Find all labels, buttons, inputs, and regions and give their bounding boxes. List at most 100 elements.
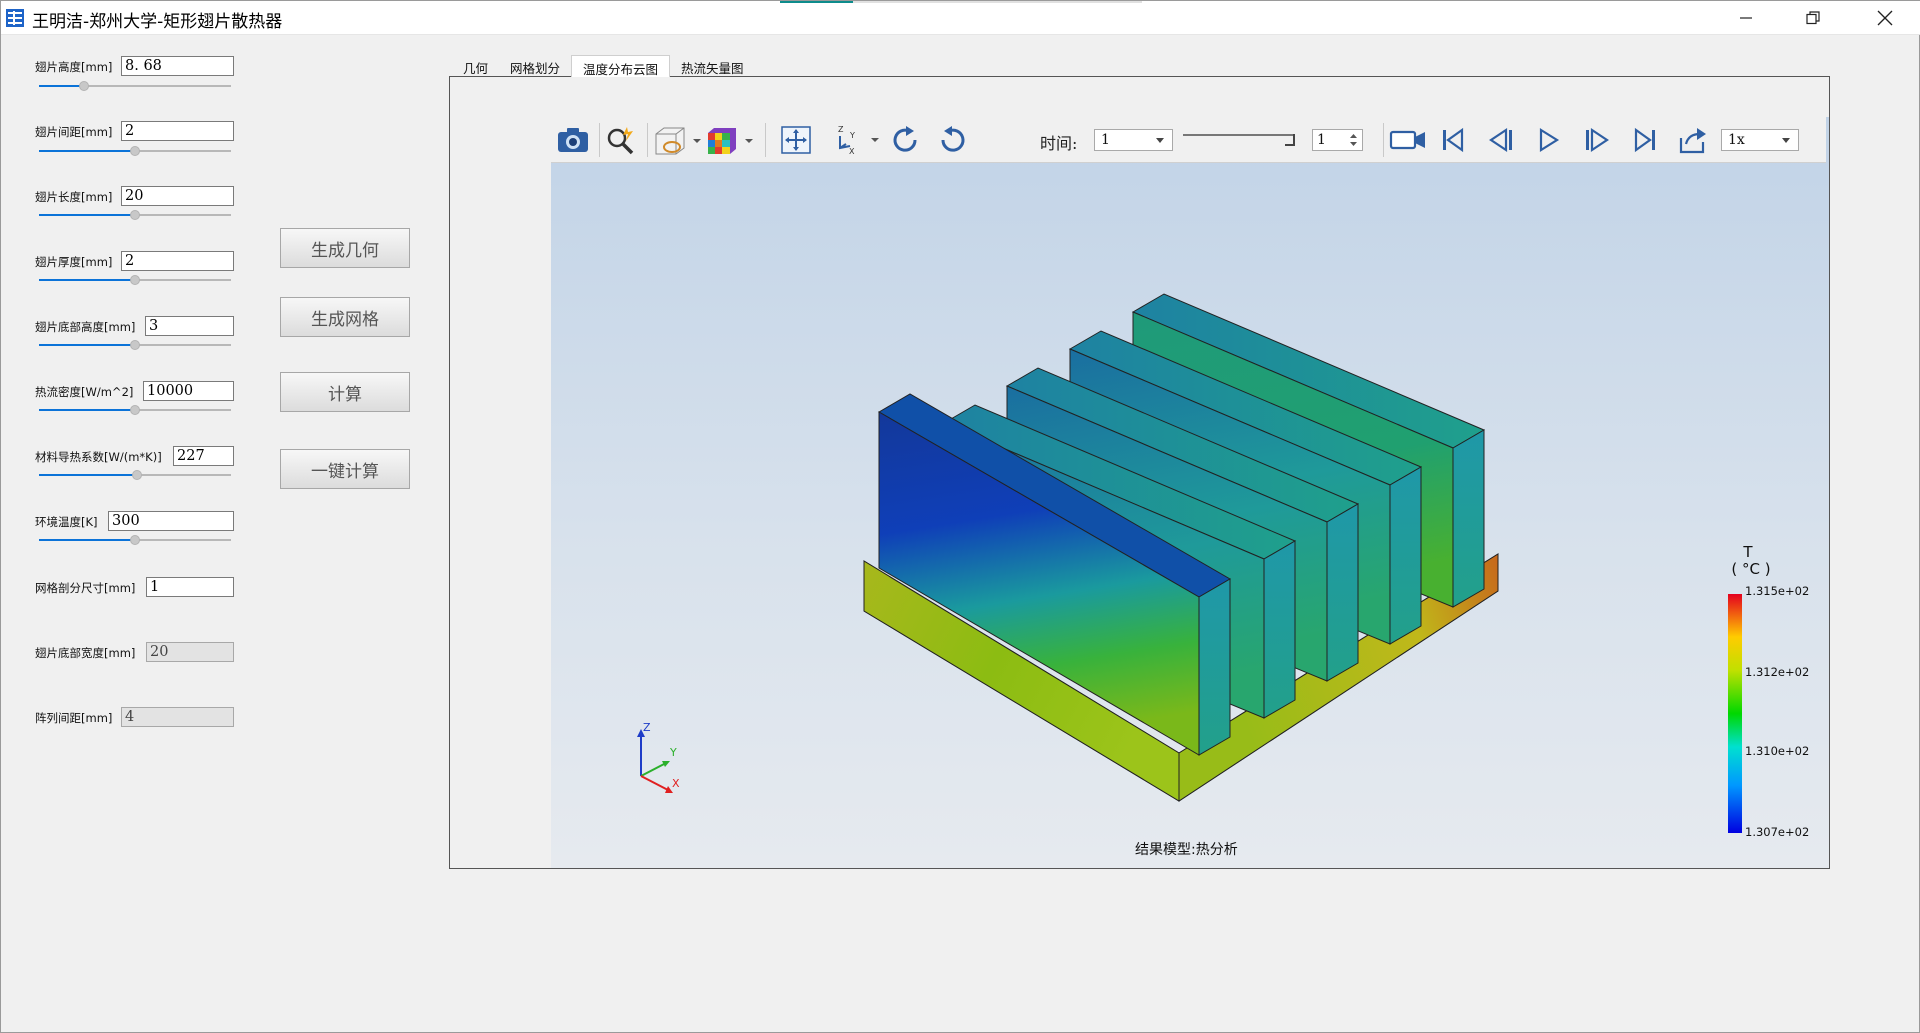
step-spinbox-value: 1 bbox=[1317, 132, 1326, 148]
close-icon bbox=[1877, 10, 1893, 26]
fin-spacing-slider[interactable] bbox=[39, 146, 231, 156]
axes-icon: ZYX bbox=[838, 125, 879, 156]
heat-flux-slider[interactable] bbox=[39, 405, 231, 415]
fin-spacing-input[interactable]: 2 bbox=[121, 121, 234, 141]
axis-y-label: Y bbox=[669, 746, 677, 759]
time-slider-handle[interactable] bbox=[1285, 134, 1295, 146]
fin-thickness-input[interactable]: 2 bbox=[121, 251, 234, 271]
param-label-fin-thickness: 翅片厚度[mm] bbox=[35, 255, 113, 269]
fin-length-input[interactable]: 20 bbox=[121, 186, 234, 206]
slider-thumb[interactable] bbox=[132, 470, 142, 480]
param-label-fin-length: 翅片长度[mm] bbox=[35, 190, 113, 204]
compute-button[interactable]: 计算 bbox=[280, 372, 410, 412]
fit-view-icon bbox=[781, 126, 811, 154]
slider-thumb[interactable] bbox=[130, 535, 140, 545]
rotate-ccw-button[interactable] bbox=[935, 123, 971, 157]
toolbar-separator bbox=[647, 123, 648, 157]
speed-select[interactable]: 1x bbox=[1721, 129, 1799, 151]
param-label-fin-height: 翅片高度[mm] bbox=[35, 60, 113, 74]
base-height-slider[interactable] bbox=[39, 340, 231, 350]
heat-flux-input[interactable]: 10000 bbox=[143, 381, 234, 401]
slider-fill bbox=[39, 85, 84, 87]
fin-height-input[interactable]: 8. 68 bbox=[121, 56, 234, 76]
mesh-size-input[interactable]: 1 bbox=[146, 577, 234, 597]
next-frame-button[interactable] bbox=[1579, 123, 1615, 157]
zoom-button[interactable] bbox=[603, 123, 639, 157]
last-frame-button[interactable] bbox=[1627, 123, 1663, 157]
tab-geometry[interactable]: 几何 bbox=[452, 55, 499, 77]
chevron-down-icon bbox=[1156, 138, 1164, 143]
generate-geometry-button[interactable]: 生成几何 bbox=[280, 228, 410, 268]
base-height-input[interactable]: 3 bbox=[145, 316, 234, 336]
first-frame-icon bbox=[1443, 127, 1464, 153]
minimize-button[interactable] bbox=[1711, 1, 1781, 35]
record-button[interactable] bbox=[1387, 123, 1429, 157]
array-spacing-field: 4 bbox=[121, 707, 234, 727]
slider-thumb[interactable] bbox=[130, 405, 140, 415]
param-label-base-height: 翅片底部高度[mm] bbox=[35, 320, 136, 334]
legend-tick-2: 1.312e+02 bbox=[1745, 665, 1810, 679]
ambient-temp-slider[interactable] bbox=[39, 535, 231, 545]
last-frame-icon bbox=[1634, 127, 1655, 153]
param-label-heat-flux: 热流密度[W/m^2] bbox=[35, 385, 134, 399]
time-label: 时间: bbox=[1040, 134, 1078, 153]
prev-frame-button[interactable] bbox=[1483, 123, 1519, 157]
color-cube-icon bbox=[708, 128, 753, 154]
time-slider-track bbox=[1183, 134, 1295, 136]
svg-text:X: X bbox=[849, 147, 855, 156]
record-icon bbox=[1389, 130, 1425, 150]
view-mode-dropdown[interactable] bbox=[651, 123, 703, 157]
axes-dropdown[interactable]: ZYX bbox=[829, 123, 881, 157]
toolbar-separator bbox=[765, 123, 766, 157]
rotate-cw-icon bbox=[893, 126, 917, 152]
conductivity-input[interactable]: 227 bbox=[173, 446, 234, 466]
heat-sink-model[interactable] bbox=[861, 241, 1511, 811]
slider-thumb[interactable] bbox=[130, 275, 140, 285]
export-button[interactable] bbox=[1675, 123, 1711, 157]
time-slider[interactable] bbox=[1183, 131, 1295, 149]
generate-mesh-button[interactable]: 生成网格 bbox=[280, 297, 410, 337]
slider-thumb[interactable] bbox=[130, 210, 140, 220]
tab-temperature-contour[interactable]: 温度分布云图 bbox=[571, 55, 671, 77]
fin-thickness-slider[interactable] bbox=[39, 275, 231, 285]
play-icon bbox=[1539, 128, 1560, 152]
tab-mesh[interactable]: 网格划分 bbox=[499, 55, 571, 77]
view-cube-icon bbox=[655, 127, 701, 155]
spin-arrows-icon bbox=[1350, 134, 1357, 146]
param-label-conductivity: 材料导热系数[W/(m*K)] bbox=[35, 450, 162, 464]
slider-fill bbox=[39, 214, 135, 216]
param-label-base-width: 翅片底部宽度[mm] bbox=[35, 646, 136, 660]
slider-thumb[interactable] bbox=[79, 81, 89, 91]
screenshot-button[interactable] bbox=[555, 123, 591, 157]
fin-length-slider[interactable] bbox=[39, 210, 231, 220]
slider-fill bbox=[39, 279, 135, 281]
conductivity-slider[interactable] bbox=[39, 470, 231, 480]
legend-tick-min: 1.307e+02 bbox=[1745, 825, 1810, 839]
chevron-down-icon bbox=[1782, 138, 1790, 143]
step-spinbox[interactable]: 1 bbox=[1312, 129, 1363, 151]
viewer-toolbar: ZYX 时间: 1 1 1x bbox=[551, 117, 1826, 163]
base-width-field: 20 bbox=[146, 642, 234, 662]
slider-thumb[interactable] bbox=[130, 146, 140, 156]
time-select-value: 1 bbox=[1101, 132, 1110, 148]
rotate-cw-button[interactable] bbox=[887, 123, 923, 157]
window-title: 王明洁-郑州大学-矩形翅片散热器 bbox=[32, 12, 283, 32]
slider-thumb[interactable] bbox=[130, 340, 140, 350]
fin-height-slider[interactable] bbox=[39, 81, 231, 91]
axis-z-label: Z bbox=[643, 721, 651, 734]
next-frame-icon bbox=[1586, 127, 1609, 153]
legend-title-var: T bbox=[1743, 543, 1753, 561]
minimize-icon bbox=[1740, 17, 1752, 19]
title-bar: 王明洁-郑州大学-矩形翅片散热器 bbox=[1, 1, 1920, 35]
one-click-compute-button[interactable]: 一键计算 bbox=[280, 449, 410, 489]
tab-heat-flux-vector[interactable]: 热流矢量图 bbox=[670, 55, 755, 77]
time-select[interactable]: 1 bbox=[1094, 129, 1173, 151]
close-button[interactable] bbox=[1850, 1, 1920, 35]
title-accent bbox=[780, 1, 853, 3]
fit-view-button[interactable] bbox=[778, 123, 814, 157]
restore-button[interactable] bbox=[1778, 1, 1848, 35]
play-button[interactable] bbox=[1531, 123, 1567, 157]
first-frame-button[interactable] bbox=[1435, 123, 1471, 157]
ambient-temp-input[interactable]: 300 bbox=[108, 511, 234, 531]
color-mode-dropdown[interactable] bbox=[703, 123, 755, 157]
